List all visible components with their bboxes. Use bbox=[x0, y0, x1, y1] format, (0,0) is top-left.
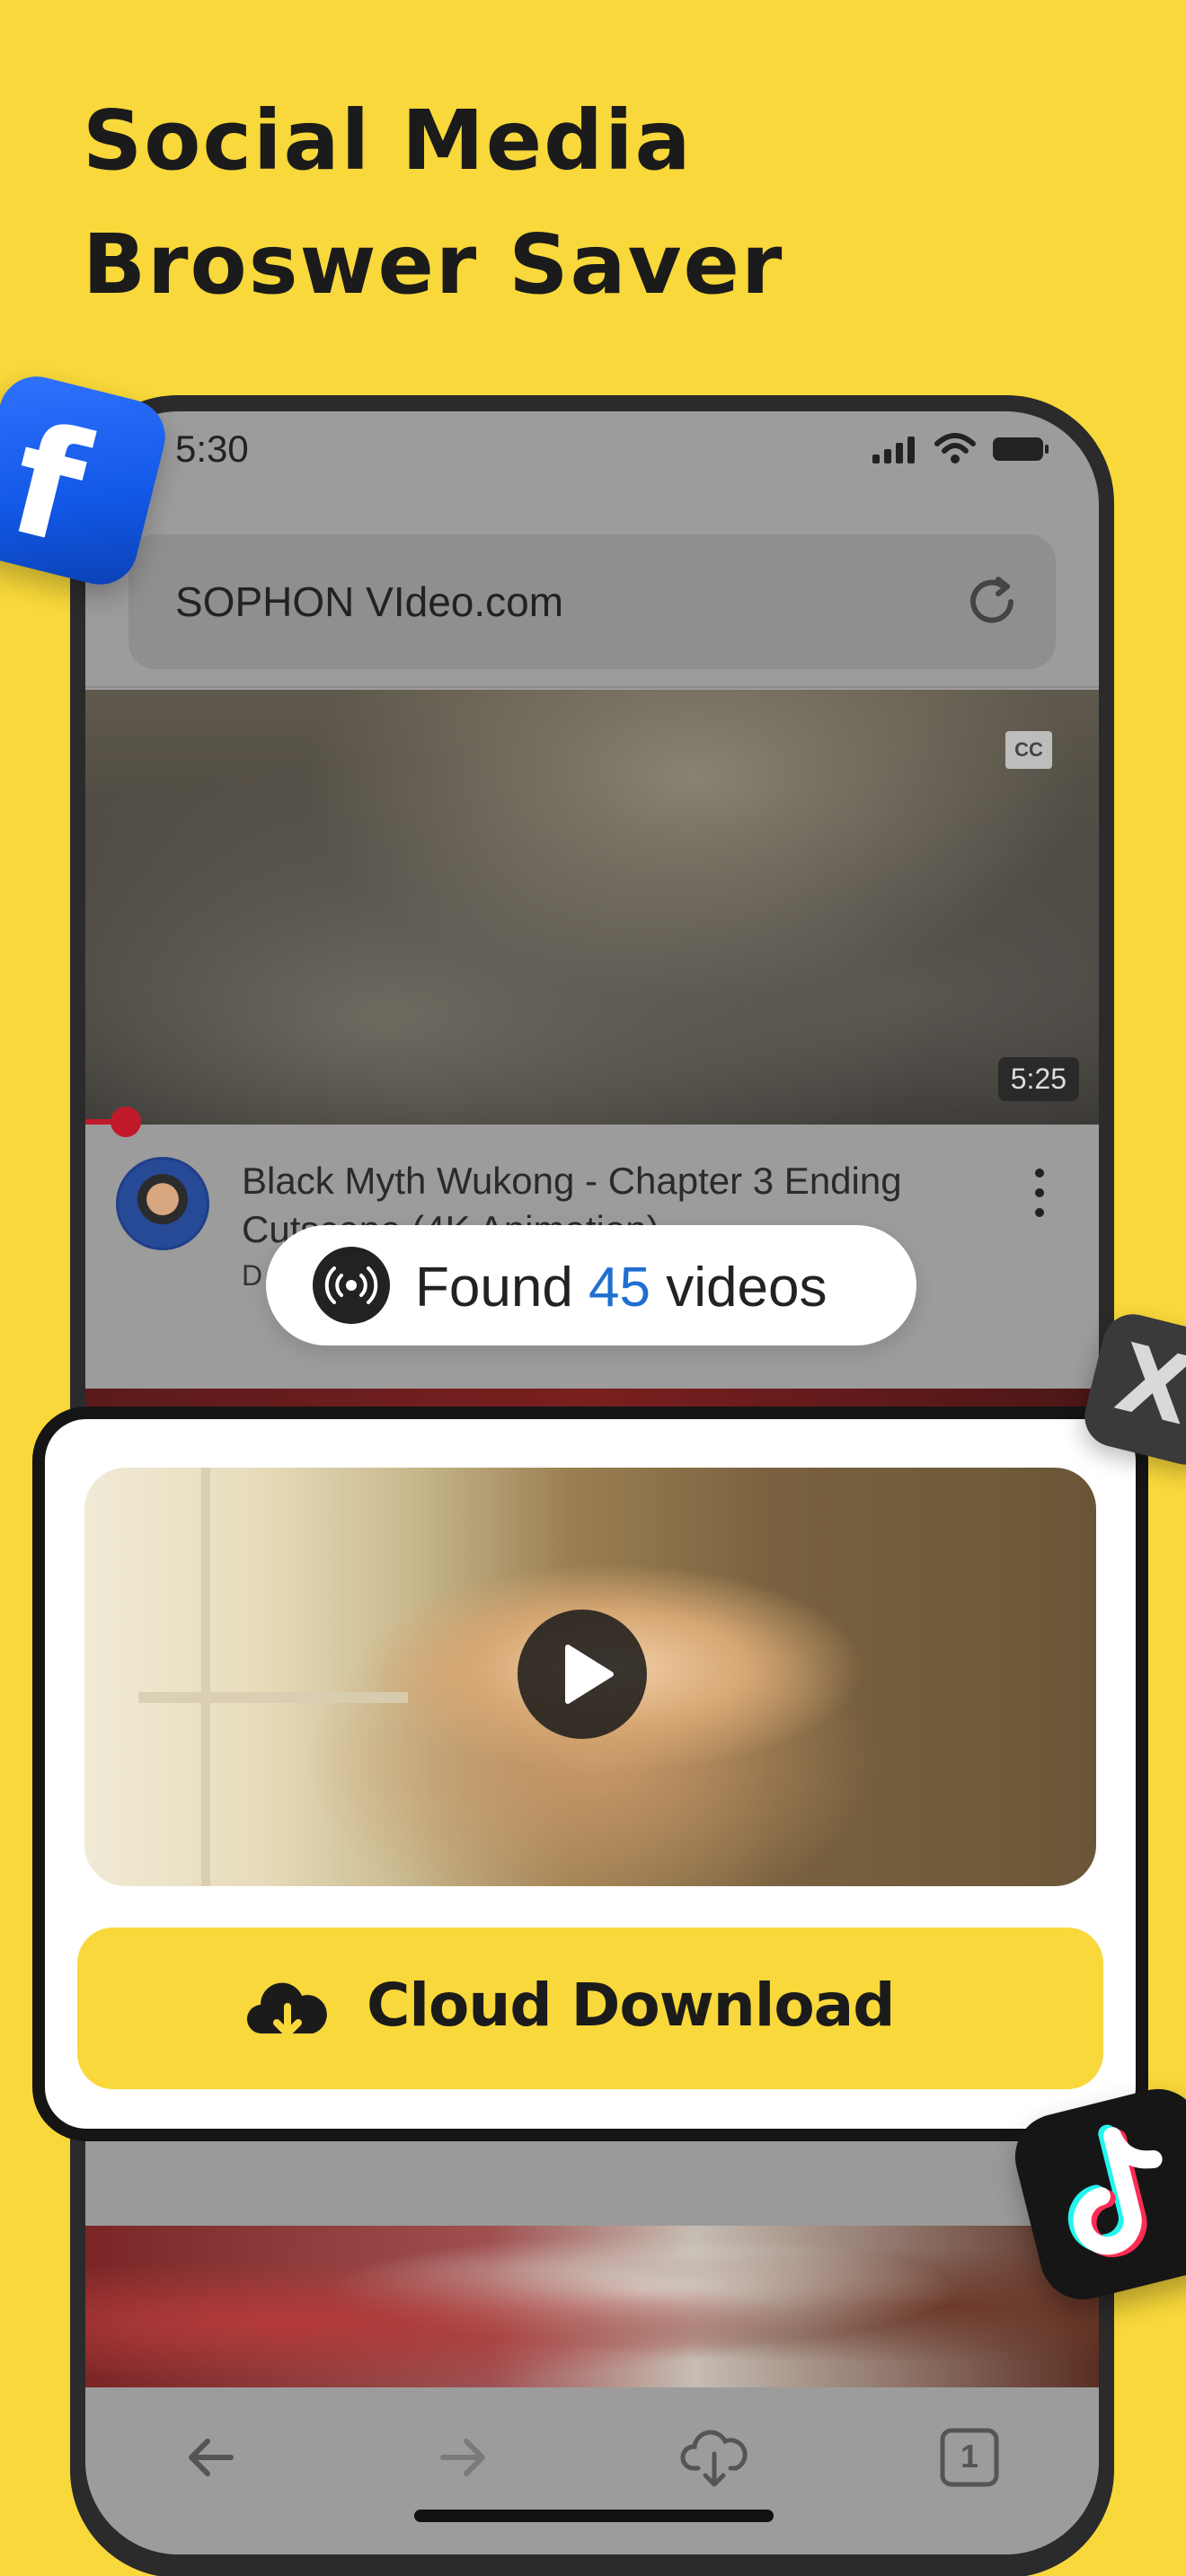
found-videos-text: Found 45 videos bbox=[415, 1256, 827, 1319]
preview-window bbox=[138, 1468, 408, 1886]
cloud-download-icon[interactable] bbox=[244, 1967, 331, 2053]
more-options-icon[interactable] bbox=[1034, 1168, 1045, 1218]
battery-icon bbox=[993, 437, 1049, 461]
play-button[interactable] bbox=[518, 1610, 647, 1739]
forward-icon[interactable] bbox=[427, 2422, 499, 2493]
status-icons bbox=[871, 433, 1050, 465]
video-thumbnail-3[interactable] bbox=[85, 2226, 1099, 2387]
broadcast-icon bbox=[313, 1247, 390, 1324]
cloud-download-button[interactable]: Cloud Download bbox=[77, 1928, 1103, 2089]
tab-count[interactable]: 1 bbox=[934, 2438, 1005, 2475]
found-count: 45 bbox=[589, 1257, 651, 1319]
video-thumbnail[interactable]: CC 5:25 bbox=[85, 690, 1099, 1137]
cellular-signal-icon bbox=[872, 437, 915, 463]
found-prefix: Found bbox=[415, 1257, 573, 1319]
channel-name: D bbox=[242, 1259, 263, 1292]
found-videos-banner[interactable]: Found 45 videos bbox=[266, 1225, 916, 1345]
video-duration: 5:25 bbox=[997, 1057, 1079, 1101]
divider bbox=[85, 686, 1099, 688]
channel-avatar[interactable] bbox=[116, 1157, 209, 1250]
cloud-download-label[interactable]: Cloud Download bbox=[367, 1971, 895, 2040]
status-time: 5:30 bbox=[175, 428, 249, 470]
video-preview[interactable] bbox=[84, 1468, 1096, 1886]
download-card: Cloud Download bbox=[32, 1407, 1148, 2141]
refresh-icon[interactable] bbox=[962, 572, 1022, 631]
headline: Social Media Broswer Saver bbox=[83, 79, 1071, 327]
browser-toolbar: 1 bbox=[85, 2387, 1099, 2554]
home-indicator[interactable] bbox=[414, 2510, 774, 2522]
headline-line-1: Social Media bbox=[83, 93, 693, 189]
status-bar: 5:30 bbox=[85, 411, 1099, 519]
tabs-button[interactable]: 1 bbox=[934, 2422, 1005, 2493]
back-icon[interactable] bbox=[175, 2422, 247, 2493]
wifi-icon bbox=[934, 433, 976, 463]
play-icon[interactable] bbox=[518, 1610, 647, 1739]
found-suffix: videos bbox=[666, 1257, 828, 1319]
url-bar[interactable]: SOPHON VIdeo.com bbox=[128, 534, 1056, 669]
headline-line-2: Broswer Saver bbox=[83, 216, 784, 313]
url-text[interactable]: SOPHON VIdeo.com bbox=[175, 578, 563, 626]
cloud-download-icon[interactable] bbox=[678, 2422, 750, 2493]
closed-captions-badge[interactable]: CC bbox=[1005, 731, 1052, 769]
